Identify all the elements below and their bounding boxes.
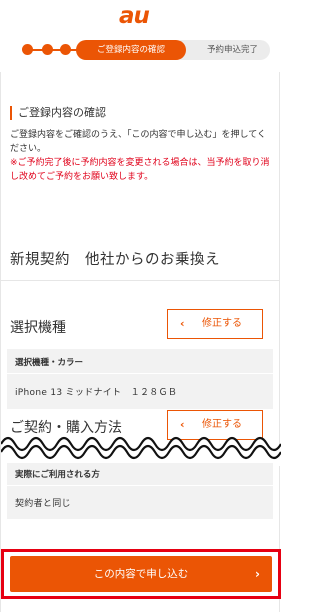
notice-text: ※ご予約完了後に予約内容を変更される場合は、当予約を取り消し改めてご予約をお願い… [10,158,270,182]
chevron-right-icon: › [255,567,260,581]
contract-type: 新規契約 他社からのお乗換え [10,252,220,268]
wave-divider [1,436,281,466]
header: au 予約申込完了 ご登録内容の確認 [0,0,280,72]
user-field-value: 契約者と同じ [15,499,71,509]
user-field-label: 実際にご利用される方 [15,470,100,480]
progress-steps: 予約申込完了 ご登録内容の確認 [0,40,280,60]
step-current: ご登録内容の確認 [76,40,186,60]
submit-highlight-frame: この内容で申し込む › [1,549,281,599]
intro-text: ご登録内容をご確認のうえ、「この内容で申し込む」を押してください。 [10,130,266,154]
info-separator [7,485,273,486]
step-dot-1 [22,44,33,55]
chevron-left-icon: ‹ [180,317,185,330]
step-dot-3 [60,44,71,55]
step-dot-2 [42,44,53,55]
au-logo: au [119,3,150,29]
device-field-label: 選択機種・カラー [15,358,84,368]
submit-button[interactable]: この内容で申し込む › [10,556,272,592]
device-field-value: iPhone 13 ミッドナイト １２８ＧＢ [15,388,178,398]
purchase-info-box: 実際にご利用される方 契約者と同じ [7,463,273,519]
reservation-confirm-page: au 予約申込完了 ご登録内容の確認 ご登録内容の確認 ご登録内容をご確認のうえ… [0,0,281,612]
device-info-box: 選択機種・カラー iPhone 13 ミッドナイト １２８ＧＢ [7,349,273,409]
device-section-title: 選択機種 [10,320,66,336]
section-heading: ご登録内容の確認 [10,106,106,120]
step-next: 予約申込完了 [180,40,270,60]
submit-label: この内容で申し込む [93,568,189,580]
info-separator [7,373,273,374]
edit-device-label: 修正する [202,318,242,329]
main-content: ご登録内容の確認 ご登録内容をご確認のうえ、「この内容で申し込む」を押してくださ… [0,72,281,612]
edit-device-button[interactable]: ‹ 修正する [167,309,263,339]
divider [1,280,279,281]
